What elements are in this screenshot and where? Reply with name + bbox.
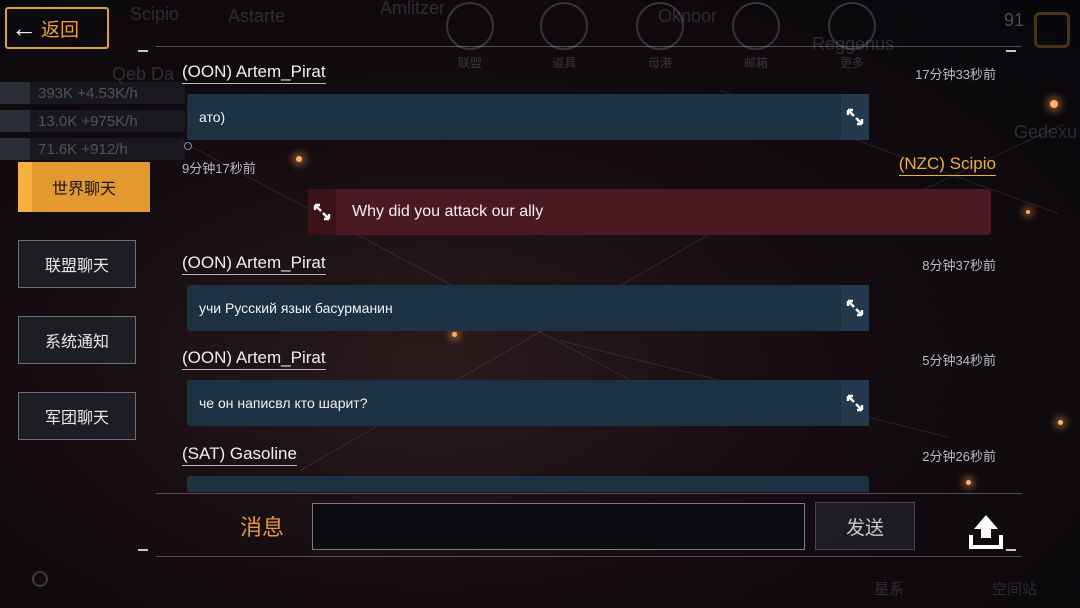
chat-message: (SAT) Gasoline 2分钟26秒前 [156,430,1022,492]
tab-label: 联盟聊天 [44,258,109,275]
message-author[interactable]: (OON) Artem_Pirat [182,253,326,275]
message-time: 5分钟34秒前 [922,353,996,368]
message-author[interactable]: (OON) Artem_Pirat [182,348,326,370]
map-label: Astarte [228,6,286,26]
mail-icon [732,2,780,50]
message-bubble: че он написвл кто шарит? [187,380,869,426]
back-button-label: 返回 [41,19,80,41]
map-label: Scipio [130,4,180,24]
plus-icon [828,2,876,50]
message-bubble: учи Русский язык басурманин [187,285,869,331]
tab-label: 系统通知 [44,334,109,351]
message-time: 9分钟17秒前 [182,161,256,176]
location-icon [32,571,48,587]
message-bubble: ато) [187,94,869,140]
chat-message-self: 9分钟17秒前 (NZC) Scipio Why did you attack … [156,142,1022,244]
tab-legion-chat[interactable]: 军团聊天 [18,392,136,440]
message-author[interactable]: (NZC) Scipio [898,154,996,176]
item-icon [540,2,588,50]
tab-world-chat[interactable]: 世界聊天 [18,162,150,212]
message-author[interactable]: (SAT) Gasoline [182,444,297,466]
translate-icon[interactable] [308,189,336,235]
upload-icon[interactable] [966,511,1006,551]
translate-icon[interactable] [841,94,869,140]
map-label: Gedexu [1014,122,1078,142]
message-label: 消息 [240,515,285,540]
ship-icon [636,2,684,50]
tab-alliance-chat[interactable]: 联盟聊天 [18,240,136,288]
resource-counter: 91 [1004,10,1025,30]
tab-label: 军团聊天 [44,410,109,427]
tab-system-notice[interactable]: 系统通知 [18,316,136,364]
message-time: 8分钟37秒前 [922,258,996,273]
gold-icon [1034,12,1070,48]
back-button[interactable]: ← 返回 [5,7,109,49]
chat-message: (OON) Artem_Pirat 17分钟33秒前 ато) [156,48,1022,148]
tab-label: 世界聊天 [51,181,116,198]
message-text: учи Русский язык басурманин [199,300,393,316]
globe-icon [446,2,494,50]
message-time: 17分钟33秒前 [915,67,996,82]
chat-message-list[interactable]: (OON) Artem_Pirat 17分钟33秒前 ато) 9分钟17秒前 … [156,48,1022,492]
bottom-nav-galaxy: 星系 [874,581,905,598]
ore-icon [0,110,30,132]
chat-message: (OON) Artem_Pirat 8分钟37秒前 учи Русский яз… [156,239,1022,339]
energy-icon [0,138,30,160]
translate-icon[interactable] [841,285,869,331]
chat-message: (OON) Artem_Pirat 5分钟34秒前 че он написвл … [156,334,1022,434]
message-bubble [187,476,869,492]
send-button-label: 发送 [845,517,884,539]
message-time: 2分钟26秒前 [922,449,996,464]
message-input[interactable] [312,503,805,550]
send-button[interactable]: 发送 [815,502,915,550]
map-label: Amlitzer [380,0,446,18]
crystal-icon [0,82,30,104]
translate-icon[interactable] [841,380,869,426]
message-author[interactable]: (OON) Artem_Pirat [182,62,326,84]
message-text: че он написвл кто шарит? [199,395,368,411]
message-text: Why did you attack our ally [352,203,544,220]
message-text: ато) [199,109,226,125]
bottom-nav-station: 空间站 [992,581,1038,598]
message-bubble: Why did you attack our ally [308,189,991,235]
arrow-left-icon: ← [11,12,37,43]
